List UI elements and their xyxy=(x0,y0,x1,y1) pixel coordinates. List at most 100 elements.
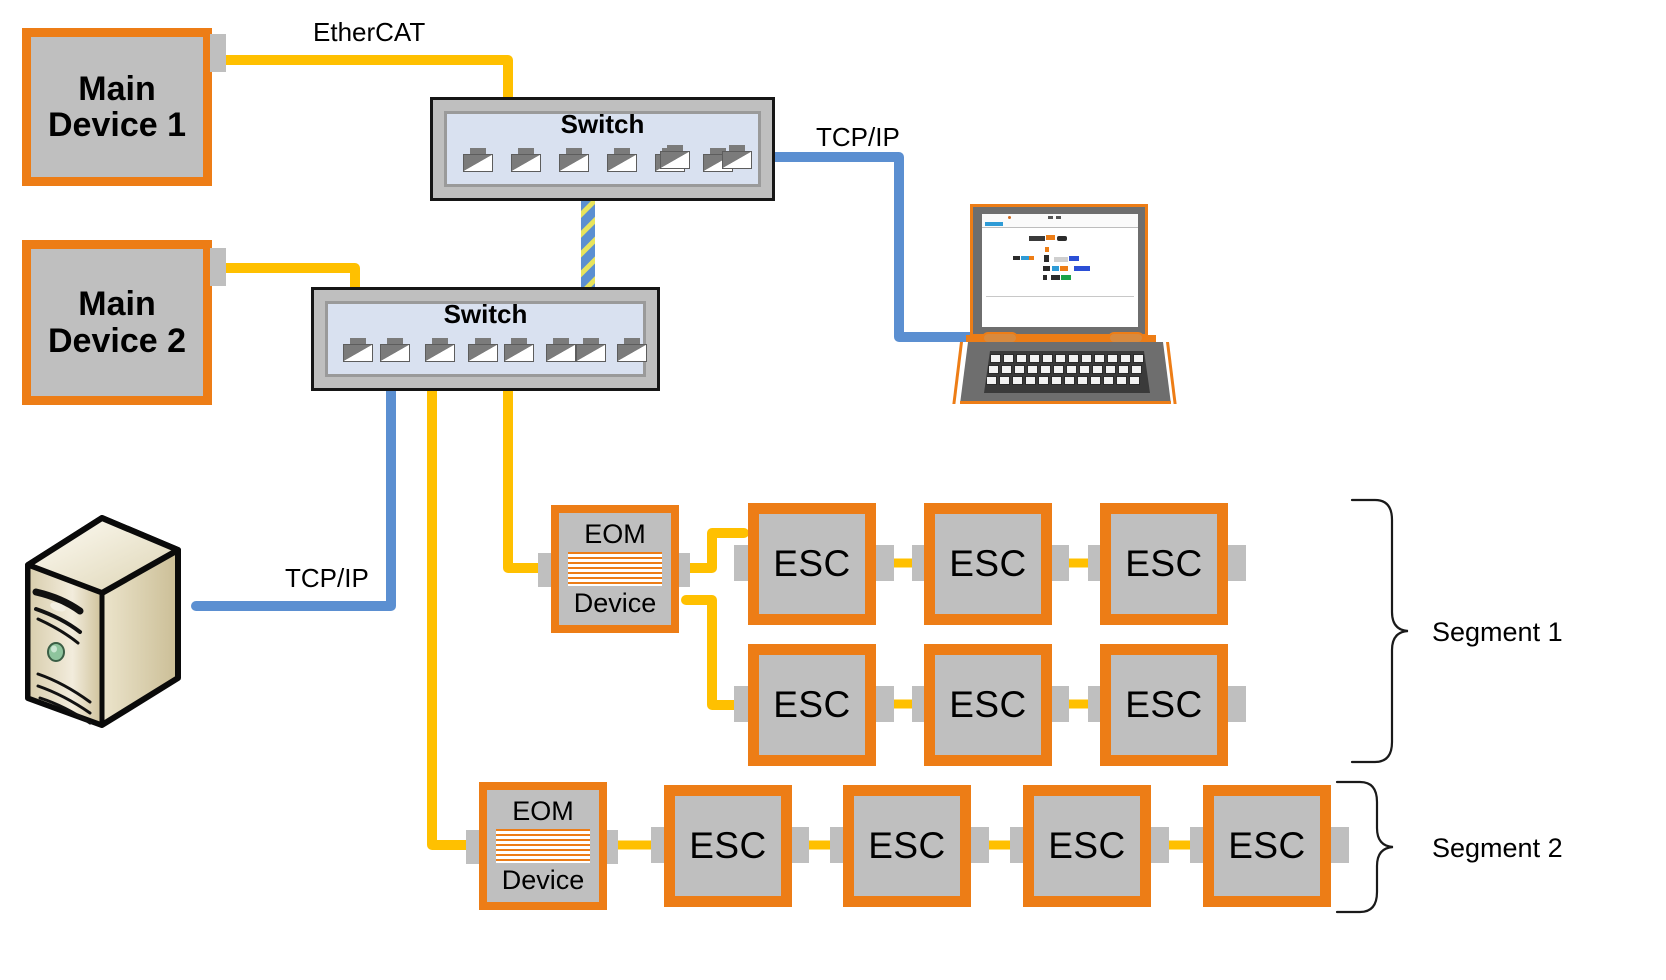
seg2-esc2-port-right xyxy=(969,827,989,863)
esc-seg1row1-3-label: ESC xyxy=(1125,543,1203,585)
main-device-1-label-line2: Device 1 xyxy=(48,106,186,144)
switch-2-port-3[interactable] xyxy=(425,338,455,362)
esc-seg2-2-label: ESC xyxy=(868,825,946,867)
switch-2-port-7[interactable] xyxy=(576,338,606,362)
switch-1-port-4[interactable] xyxy=(607,148,637,172)
main-device-2-frame: Main Device 2 xyxy=(22,240,212,405)
eom-device-1[interactable]: EOM Device xyxy=(551,505,679,633)
esc-seg1row1-1-frame: ESC xyxy=(748,503,876,625)
esc-seg1row2-1-label: ESC xyxy=(773,684,851,726)
eom-device-2-stripes xyxy=(495,829,591,863)
cable-switch1-laptop xyxy=(739,152,980,342)
esc-seg2-3[interactable]: ESC xyxy=(1023,785,1151,907)
esc-seg2-1-frame: ESC xyxy=(664,785,792,907)
main-device-2-port xyxy=(210,248,226,286)
switch-1-port-1[interactable] xyxy=(463,148,493,172)
laptop[interactable] xyxy=(952,200,1180,410)
label-tcpip-laptop: TCP/IP xyxy=(816,122,900,152)
switch-1-port-2[interactable] xyxy=(511,148,541,172)
laptop-screen-toolbar-accent xyxy=(985,222,1003,226)
switch-1-port-8[interactable] xyxy=(722,145,752,169)
laptop-base-accent-bottom xyxy=(960,401,1171,404)
esc-seg1row2-3[interactable]: ESC xyxy=(1100,644,1228,766)
laptop-screen-toolbar-dot-b xyxy=(1048,216,1053,219)
laptop-screen-glyph-5 xyxy=(1021,256,1029,260)
switch-1-port-7[interactable] xyxy=(660,145,690,169)
eom-device-2-frame: EOM Device xyxy=(479,782,607,910)
seg2-esc4-port-right xyxy=(1329,827,1349,863)
esc-seg1row1-2-frame: ESC xyxy=(924,503,1052,625)
esc-seg2-1-label: ESC xyxy=(689,825,767,867)
esc-seg1row2-1-frame: ESC xyxy=(748,644,876,766)
switch-2[interactable]: Switch xyxy=(311,287,660,391)
laptop-screen xyxy=(982,214,1138,327)
seg1row1-esc1-port-right xyxy=(874,545,894,581)
eom-device-1-stripes xyxy=(567,552,663,586)
label-tcpip-server: TCP/IP xyxy=(285,563,369,593)
esc-seg1row2-3-label: ESC xyxy=(1125,684,1203,726)
eom-device-1-label-line2: Device xyxy=(573,588,657,618)
eom-device-2[interactable]: EOM Device xyxy=(479,782,607,910)
esc-seg1row1-2[interactable]: ESC xyxy=(924,503,1052,625)
esc-seg2-2-frame: ESC xyxy=(843,785,971,907)
eom-device-2-label-line2: Device xyxy=(501,865,585,895)
laptop-screen-glyph-17 xyxy=(1061,275,1071,280)
segment-1-label: Segment 1 xyxy=(1432,617,1563,647)
esc-seg1row2-3-frame: ESC xyxy=(1100,644,1228,766)
switch-1-port-3[interactable] xyxy=(559,148,589,172)
switch-2-port-2[interactable] xyxy=(380,338,410,362)
server-icon xyxy=(25,515,181,728)
esc-seg1row1-3[interactable]: ESC xyxy=(1100,503,1228,625)
esc-seg2-3-label: ESC xyxy=(1048,825,1126,867)
switch-2-port-8[interactable] xyxy=(617,338,647,362)
laptop-screen-glyph-6 xyxy=(1029,256,1034,260)
laptop-screen-glyph-1 xyxy=(1029,236,1045,241)
laptop-keyboard[interactable] xyxy=(984,351,1150,393)
laptop-screen-glyph-7 xyxy=(1045,247,1049,252)
laptop-screen-glyph-9 xyxy=(1054,257,1068,262)
seg1row2-esc1-port-right xyxy=(874,686,894,722)
esc-seg1row1-1-label: ESC xyxy=(773,543,851,585)
switch-2-port-6[interactable] xyxy=(546,338,576,362)
eom-device-1-frame: EOM Device xyxy=(551,505,679,633)
seg1row2-esc3-port-right xyxy=(1226,686,1246,722)
network-diagram-canvas: Main Device 1 Main Device 2 Switch Switc… xyxy=(0,0,1666,980)
seg2-esc1-port-right xyxy=(789,827,809,863)
esc-seg2-4[interactable]: ESC xyxy=(1203,785,1331,907)
esc-seg1row1-3-frame: ESC xyxy=(1100,503,1228,625)
laptop-screen-glyph-8 xyxy=(1044,255,1049,262)
esc-seg2-2[interactable]: ESC xyxy=(843,785,971,907)
esc-seg1row2-1[interactable]: ESC xyxy=(748,644,876,766)
eom-device-2-label-line1: EOM xyxy=(512,796,574,827)
esc-seg1row2-2[interactable]: ESC xyxy=(924,644,1052,766)
laptop-screen-glyph-16 xyxy=(1051,275,1060,280)
esc-seg1row2-2-label: ESC xyxy=(949,684,1027,726)
keyboard-row-3 xyxy=(986,376,1140,385)
label-ethercat: EtherCAT xyxy=(313,17,426,47)
brace-segment-1 xyxy=(1350,498,1409,764)
switch-2-port-4[interactable] xyxy=(468,338,498,362)
main-device-1-port xyxy=(210,34,226,72)
seg1row1-esc2-port-right xyxy=(1049,545,1069,581)
laptop-screen-toolbar-dot-a xyxy=(1008,216,1011,219)
laptop-screen-glyph-14 xyxy=(1074,266,1090,271)
laptop-screen-glyph-4 xyxy=(1013,256,1020,260)
eom-device-1-label-line1: EOM xyxy=(584,519,646,550)
seg1row2-esc2-port-right xyxy=(1049,686,1069,722)
laptop-screen-glyph-13 xyxy=(1060,266,1068,271)
main-device-2-label-line1: Main xyxy=(78,285,156,324)
esc-seg2-1[interactable]: ESC xyxy=(664,785,792,907)
esc-seg2-4-frame: ESC xyxy=(1203,785,1331,907)
main-device-1-frame: Main Device 1 xyxy=(22,28,212,186)
switch-2-port-1[interactable] xyxy=(343,338,373,362)
main-device-1[interactable]: Main Device 1 xyxy=(22,28,212,186)
main-device-1-label-line1: Main xyxy=(78,69,156,108)
server-tower[interactable] xyxy=(10,480,210,730)
switch-1-label: Switch xyxy=(560,109,645,139)
main-device-2[interactable]: Main Device 2 xyxy=(22,240,212,405)
keyboard-row-1 xyxy=(990,354,1144,363)
switch-2-port-5[interactable] xyxy=(504,338,534,362)
main-device-2-label-line2: Device 2 xyxy=(48,321,186,360)
laptop-screen-glyph-12 xyxy=(1052,266,1059,271)
esc-seg1row1-1[interactable]: ESC xyxy=(748,503,876,625)
